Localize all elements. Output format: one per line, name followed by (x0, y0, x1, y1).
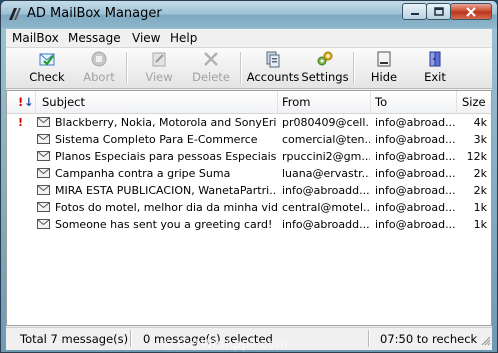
message-row[interactable]: Sistema Completo Para E-Commerce comercia… (7, 131, 491, 148)
hide-button[interactable]: Hide (370, 50, 398, 86)
message-to: info@abroad... (375, 133, 455, 146)
window-title: AD MailBox Manager (27, 6, 162, 21)
hide-label: Hide (370, 70, 398, 84)
message-row[interactable]: ! Blackberry, Nokia, Motorola and SonyEri… (7, 114, 491, 131)
message-size: 2k (473, 167, 487, 180)
message-size: 1k (473, 218, 487, 231)
from-column-header[interactable]: From (282, 95, 311, 109)
message-from: pr080409@cell... (282, 116, 370, 129)
toolbar-separator (353, 52, 355, 84)
view-label: View (145, 70, 173, 84)
message-from: comercial@ten... (282, 133, 370, 146)
to-column-header[interactable]: To (375, 95, 387, 109)
exit-door-icon (426, 50, 444, 68)
total-messages-status: Total 7 message(s) (20, 332, 129, 346)
accounts-icon (264, 50, 282, 68)
message-size: 12k (466, 150, 487, 163)
toolbar-separator (240, 52, 242, 84)
message-from: info@abroadd... (282, 184, 370, 197)
list-header: ! ↓ Subject From To Size (7, 91, 491, 114)
menu-mailbox[interactable]: MailBox (12, 31, 59, 45)
message-to: info@abroad... (375, 184, 455, 197)
watermark-text: © GetWinApps.com (161, 337, 288, 351)
envelope-icon (37, 219, 50, 232)
message-subject: Planos Especiais para pessoas Especiais (55, 150, 277, 163)
menu-bar: MailBox Message View Help (6, 29, 492, 48)
view-button[interactable]: View (144, 50, 174, 86)
resize-grip-icon[interactable] (479, 334, 491, 349)
message-from: central@motel... (282, 201, 370, 214)
message-size: 1k (473, 201, 487, 214)
message-size: 2k (473, 184, 487, 197)
priority-flag: ! (18, 116, 24, 129)
check-button[interactable]: Check (28, 50, 66, 86)
message-subject: MIRA ESTA PUBLICACION, WanetaPartri... (55, 184, 277, 197)
close-button[interactable] (450, 3, 492, 20)
envelope-icon (37, 117, 50, 130)
envelope-icon (37, 168, 50, 181)
message-to: info@abroad... (375, 167, 455, 180)
toolbar: Check Abort View Delete Accounts Setting… (6, 48, 492, 89)
message-to: info@abroad... (375, 218, 455, 231)
check-mail-icon (38, 50, 56, 68)
client-area: MailBox Message View Help Check Abort Vi… (6, 29, 492, 350)
message-subject: Sistema Completo Para E-Commerce (55, 133, 258, 146)
envelope-icon (37, 151, 50, 164)
app-logo-icon (7, 6, 23, 22)
menu-help[interactable]: Help (170, 31, 197, 45)
recheck-timer-status: 07:50 to recheck (380, 332, 478, 346)
priority-column-header[interactable]: ! (18, 95, 23, 109)
exit-button[interactable]: Exit (423, 50, 447, 86)
envelope-icon (37, 202, 50, 215)
attachment-column-header[interactable]: ↓ (24, 95, 34, 109)
message-subject: Fotos do motel, melhor dia da minha vida… (55, 201, 277, 214)
message-to: info@abroad... (375, 150, 455, 163)
minimize-button[interactable] (402, 3, 427, 20)
delete-label: Delete (192, 70, 230, 84)
maximize-button[interactable] (426, 3, 451, 20)
accounts-label: Accounts (246, 70, 300, 84)
menu-view[interactable]: View (132, 31, 160, 45)
subject-column-header[interactable]: Subject (42, 95, 85, 109)
message-row[interactable]: Fotos do motel, melhor dia da minha vida… (7, 199, 491, 216)
view-message-icon (150, 50, 168, 68)
abort-button[interactable]: Abort (82, 50, 116, 86)
abort-icon (90, 50, 108, 68)
message-to: info@abroad... (375, 116, 455, 129)
message-subject: Someone has sent you a greeting card! (55, 218, 273, 231)
envelope-icon (37, 185, 50, 198)
settings-button[interactable]: Settings (301, 50, 349, 86)
envelope-icon (37, 134, 50, 147)
app-window: AD MailBox Manager MailBox Message View … (0, 0, 498, 353)
check-label: Check (29, 70, 65, 84)
toolbar-separator (126, 52, 128, 84)
message-list[interactable]: ! ↓ Subject From To Size ! Blackberry, No… (6, 90, 492, 326)
title-bar[interactable]: AD MailBox Manager (1, 1, 497, 28)
exit-label: Exit (424, 70, 446, 84)
abort-label: Abort (83, 70, 115, 84)
settings-label: Settings (301, 70, 349, 84)
message-subject: Blackberry, Nokia, Motorola and SonyEric… (55, 116, 277, 129)
size-column-header[interactable]: Size (462, 95, 486, 109)
message-from: info@abroadd... (282, 218, 370, 231)
message-from: luana@ervastr... (282, 167, 370, 180)
message-size: 3k (473, 133, 487, 146)
delete-icon (202, 50, 220, 68)
message-from: rpuccini2@gm... (282, 150, 370, 163)
message-subject: Campanha contra a gripe Suma (55, 167, 231, 180)
message-row[interactable]: MIRA ESTA PUBLICACION, WanetaPartri... in… (7, 182, 491, 199)
hide-window-icon (375, 50, 393, 68)
message-row[interactable]: Planos Especiais para pessoas Especiais r… (7, 148, 491, 165)
message-row[interactable]: Someone has sent you a greeting card! inf… (7, 216, 491, 233)
message-size: 4k (473, 116, 487, 129)
accounts-button[interactable]: Accounts (247, 50, 299, 86)
message-row[interactable]: Campanha contra a gripe Suma luana@ervast… (7, 165, 491, 182)
menu-message[interactable]: Message (68, 31, 121, 45)
delete-button[interactable]: Delete (192, 50, 230, 86)
message-to: info@abroad... (375, 201, 455, 214)
settings-icon (316, 50, 334, 68)
